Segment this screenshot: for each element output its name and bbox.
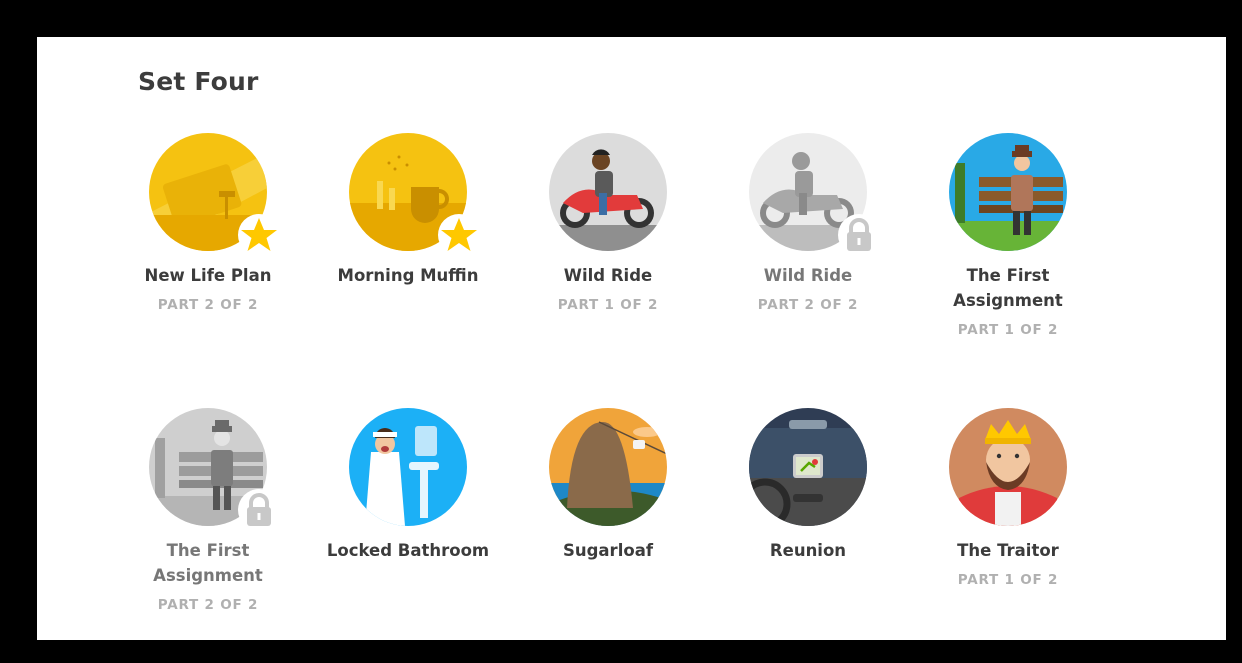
story-card-morning-muffin[interactable]: Morning Muffin: [308, 133, 508, 297]
story-title: The First Assignment: [153, 541, 263, 585]
sugarloaf-mountain-icon: [549, 408, 667, 526]
story-title: Wild Ride: [563, 266, 653, 285]
story-title: Reunion: [769, 541, 847, 560]
bathroom-woman-icon: [349, 408, 467, 526]
story-card-the-traitor[interactable]: The Traitor PART 1 OF 2: [908, 408, 1108, 588]
king-icon: [949, 408, 1067, 526]
story-card-wild-ride-1[interactable]: Wild Ride PART 1 OF 2: [508, 133, 708, 313]
story-part: PART 1 OF 2: [557, 297, 659, 313]
lock-icon: [238, 489, 280, 531]
story-part: PART 2 OF 2: [757, 297, 859, 313]
star-icon: [238, 214, 280, 256]
story-card-wild-ride-2[interactable]: Wild Ride PART 2 OF 2: [708, 133, 908, 313]
story-card-new-life-plan[interactable]: New Life Plan PART 2 OF 2: [108, 133, 308, 313]
story-card-reunion[interactable]: Reunion: [708, 408, 908, 572]
man-on-bench-icon: [949, 133, 1067, 251]
story-part: PART 1 OF 2: [957, 572, 1059, 588]
story-title: Wild Ride: [763, 266, 853, 285]
story-title: Locked Bathroom: [326, 541, 490, 560]
story-part: PART 2 OF 2: [157, 597, 259, 613]
story-card-sugarloaf[interactable]: Sugarloaf: [508, 408, 708, 572]
story-card-locked-bathroom[interactable]: Locked Bathroom: [308, 408, 508, 572]
star-icon: [438, 214, 480, 256]
story-title: Morning Muffin: [337, 266, 479, 285]
motorcycle-rider-icon: [549, 133, 667, 251]
story-title: The Traitor: [957, 541, 1059, 560]
story-title: Sugarloaf: [562, 541, 654, 560]
stories-panel: Set Four New Life Plan PART 2 OF 2 Morni…: [37, 37, 1226, 640]
story-part: PART 1 OF 2: [957, 322, 1059, 338]
story-title: The First Assignment: [953, 266, 1063, 310]
lock-icon: [838, 214, 880, 256]
car-dashboard-icon: [749, 408, 867, 526]
set-title: Set Four: [138, 67, 259, 96]
story-title: New Life Plan: [144, 266, 272, 285]
story-part: PART 2 OF 2: [157, 297, 259, 313]
story-card-first-assignment-1[interactable]: The First Assignment PART 1 OF 2: [908, 133, 1108, 338]
story-card-first-assignment-2[interactable]: The First Assignment PART 2 OF 2: [108, 408, 308, 613]
